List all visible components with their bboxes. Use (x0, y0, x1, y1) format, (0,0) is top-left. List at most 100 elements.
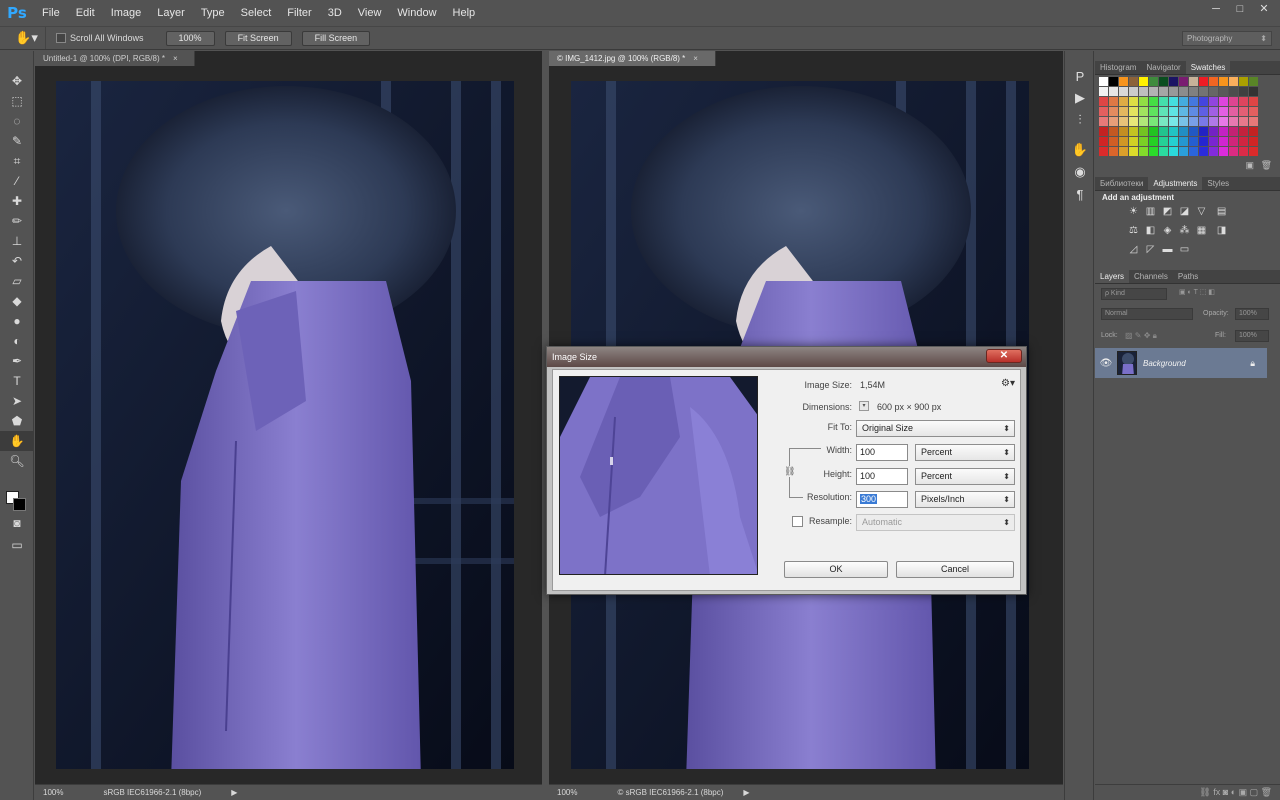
swatch[interactable] (1149, 107, 1158, 116)
zoom-100-button[interactable]: 100% (165, 30, 215, 46)
swatch[interactable] (1179, 87, 1188, 96)
swatch[interactable] (1159, 147, 1168, 156)
zoom-tool-icon[interactable]: 🔍︎ (0, 451, 34, 471)
swatch[interactable] (1199, 137, 1208, 146)
swatch[interactable] (1229, 147, 1238, 156)
swatch[interactable] (1199, 127, 1208, 136)
menu-3d[interactable]: 3D (320, 0, 350, 26)
swatch[interactable] (1219, 87, 1228, 96)
swatch[interactable] (1099, 107, 1108, 116)
swatch[interactable] (1129, 87, 1138, 96)
swatch[interactable] (1189, 107, 1198, 116)
swatch[interactable] (1219, 97, 1228, 106)
swatch[interactable] (1169, 87, 1178, 96)
new-swatch-icon[interactable]: ▣ (1245, 160, 1254, 171)
swatch[interactable] (1119, 97, 1128, 106)
swatch[interactable] (1119, 107, 1128, 116)
doc-tab-untitled[interactable]: Untitled-1 @ 100% (DPI, RGB/8) * × (35, 51, 195, 66)
swatch[interactable] (1239, 97, 1248, 106)
height-input[interactable]: 100 (856, 468, 908, 485)
status-menu-arrow-icon[interactable]: ▶ (231, 785, 237, 800)
swatch[interactable] (1149, 137, 1158, 146)
posterize-icon[interactable]: ◿ (1125, 244, 1142, 262)
swatch[interactable] (1189, 87, 1198, 96)
tab-layers[interactable]: Layers (1095, 270, 1130, 283)
menu-window[interactable]: Window (389, 0, 444, 26)
swatch[interactable] (1189, 97, 1198, 106)
swatch[interactable] (1229, 107, 1238, 116)
swatch[interactable] (1129, 97, 1138, 106)
swatch[interactable] (1239, 77, 1248, 86)
channel-mixer-icon[interactable]: ⁂ (1176, 225, 1193, 243)
menu-layer[interactable]: Layer (149, 0, 193, 26)
menu-image[interactable]: Image (103, 0, 150, 26)
swatch[interactable] (1249, 147, 1258, 156)
character-panel-icon[interactable]: ¶ (1065, 183, 1095, 205)
tab-libraries[interactable]: Библиотеки (1095, 177, 1148, 190)
swatch[interactable] (1249, 97, 1258, 106)
swatch[interactable] (1239, 107, 1248, 116)
swatch[interactable] (1099, 117, 1108, 126)
menu-view[interactable]: View (350, 0, 390, 26)
fit-to-select[interactable]: Original Size (856, 420, 1015, 437)
menu-file[interactable]: File (34, 0, 68, 26)
height-unit-select[interactable]: Percent (915, 468, 1015, 485)
swatch[interactable] (1239, 127, 1248, 136)
blend-mode-select[interactable]: Normal (1101, 308, 1193, 320)
swatch[interactable] (1229, 117, 1238, 126)
swatch[interactable] (1109, 97, 1118, 106)
swatch[interactable] (1179, 97, 1188, 106)
swatch[interactable] (1189, 137, 1198, 146)
tab-styles[interactable]: Styles (1202, 177, 1234, 190)
width-input[interactable]: 100 (856, 444, 908, 461)
layer-background-row[interactable]: 👁︎ Background 🔒︎ (1095, 348, 1267, 378)
swatch[interactable] (1149, 77, 1158, 86)
color-profile[interactable]: sRGB IEC61966-2.1 (8bpc) (103, 785, 201, 800)
swatch[interactable] (1129, 137, 1138, 146)
swatch[interactable] (1179, 77, 1188, 86)
swatch[interactable] (1149, 97, 1158, 106)
swatch[interactable] (1159, 117, 1168, 126)
minimize-button[interactable]: ─ (1206, 2, 1226, 16)
exposure-icon[interactable]: ◪ (1176, 206, 1193, 224)
visibility-eye-icon[interactable]: 👁︎ (1095, 358, 1117, 369)
width-unit-select[interactable]: Percent (915, 444, 1015, 461)
swatch[interactable] (1229, 87, 1238, 96)
swatch[interactable] (1219, 77, 1228, 86)
quick-select-tool-icon[interactable]: ✎ (0, 131, 34, 151)
swatch[interactable] (1169, 97, 1178, 106)
tab-histogram[interactable]: Histogram (1095, 61, 1141, 74)
swatch[interactable] (1109, 127, 1118, 136)
swatch[interactable] (1159, 87, 1168, 96)
swatch[interactable] (1229, 127, 1238, 136)
swatch[interactable] (1249, 107, 1258, 116)
swatch[interactable] (1209, 117, 1218, 126)
screen-mode-icon[interactable]: ▭ (0, 535, 34, 555)
swatch[interactable] (1249, 117, 1258, 126)
swatch[interactable] (1209, 97, 1218, 106)
marquee-tool-icon[interactable]: ⬚ (0, 91, 34, 111)
swatch[interactable] (1189, 77, 1198, 86)
swatch[interactable] (1209, 87, 1218, 96)
swatch[interactable] (1239, 147, 1248, 156)
swatch[interactable] (1149, 147, 1158, 156)
color-balance-icon[interactable]: ⚖ (1125, 225, 1142, 243)
fit-screen-button[interactable]: Fit Screen (224, 30, 292, 46)
path-select-tool-icon[interactable]: ➤ (0, 391, 34, 411)
tab-adjustments[interactable]: Adjustments (1148, 177, 1203, 190)
hand-tool-icon[interactable]: ✋ (0, 431, 34, 451)
tab-navigator[interactable]: Navigator (1141, 61, 1185, 74)
delete-swatch-icon[interactable]: 🗑︎ (1261, 160, 1272, 171)
quick-mask-icon[interactable]: ◙ (0, 513, 34, 533)
swatch[interactable] (1139, 97, 1148, 106)
swatch[interactable] (1219, 117, 1228, 126)
clone-source-icon[interactable]: ◉ (1065, 161, 1095, 183)
swatch[interactable] (1139, 77, 1148, 86)
swatch[interactable] (1249, 87, 1258, 96)
close-window-button[interactable]: ✕ (1254, 2, 1274, 16)
swatch[interactable] (1249, 77, 1258, 86)
swatch[interactable] (1179, 127, 1188, 136)
swatch[interactable] (1099, 137, 1108, 146)
swatch[interactable] (1109, 147, 1118, 156)
swatch[interactable] (1169, 127, 1178, 136)
